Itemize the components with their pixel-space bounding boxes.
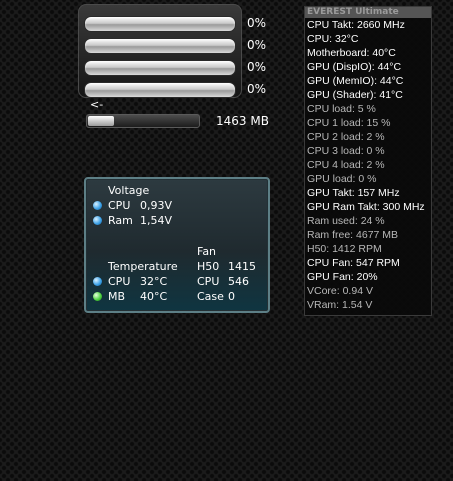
everest-line: VCore: 0.94 V [307, 285, 373, 297]
fan-value: 546 [228, 275, 249, 288]
memory-usage-row: 1463 MB [86, 112, 276, 130]
blue-status-icon [93, 277, 102, 286]
everest-line: GPU load: 0 % [307, 173, 377, 185]
core-usage-bar [84, 16, 236, 32]
core-usage-row: 0% [84, 37, 270, 55]
everest-line: GPU Takt: 157 MHz [307, 187, 400, 199]
temperature-label: CPU [108, 275, 131, 288]
everest-line: GPU Ram Takt: 300 MHz [307, 201, 425, 213]
voltage-label: Ram [108, 214, 133, 227]
core-usage-bar [84, 60, 236, 76]
everest-lines: CPU Takt: 2660 MHz CPU: 32°C Motherboard: … [305, 18, 431, 312]
core-usage-percent: 0% [246, 82, 266, 96]
fan-heading: Fan [197, 245, 217, 258]
everest-line: GPU (DispIO): 44°C [307, 61, 402, 73]
core-usage-bar [84, 38, 236, 54]
core-usage-row: 0% [84, 15, 270, 33]
everest-line: CPU: 32°C [307, 33, 359, 45]
blue-status-icon [93, 216, 102, 225]
voltage-value: 0,93V [140, 199, 173, 212]
fan-value: 0 [228, 290, 235, 303]
everest-panel[interactable]: EVEREST Ultimate CPU Takt: 2660 MHz CPU: … [304, 6, 432, 316]
everest-line: CPU load: 5 % [307, 103, 376, 115]
voltage-value: 1,54V [140, 214, 173, 227]
everest-line: CPU 1 load: 15 % [307, 117, 391, 129]
voltage-heading: Voltage [108, 184, 150, 197]
everest-line: CPU Takt: 2660 MHz [307, 19, 405, 31]
everest-line: CPU Fan: 547 RPM [307, 257, 400, 269]
everest-line: GPU Fan: 20% [307, 271, 378, 283]
blue-status-icon [93, 201, 102, 210]
core-usage-percent: 0% [246, 60, 266, 74]
temperature-value: 40°C [140, 290, 168, 303]
everest-line: H50: 1412 RPM [307, 243, 382, 255]
everest-line: VRam: 1.54 V [307, 299, 373, 311]
cpu-meter-gadget[interactable]: 0% 0% 0% 0% <- 1463 MB [78, 4, 274, 130]
green-status-icon [93, 292, 102, 301]
temperature-label: MB [108, 290, 126, 303]
memory-usage-fill [88, 116, 114, 126]
core-usage-percent: 0% [246, 16, 266, 30]
everest-title: EVEREST Ultimate [305, 7, 431, 18]
core-usage-bar [84, 82, 236, 98]
voltage-label: CPU [108, 199, 131, 212]
everest-line: Ram free: 4677 MB [307, 229, 399, 241]
fan-label: CPU [197, 275, 220, 288]
temperature-value: 32°C [140, 275, 168, 288]
everest-line: GPU (MemIO): 44°C [307, 75, 404, 87]
collapse-arrow-button[interactable]: <- [90, 98, 103, 111]
core-usage-row: 0% [84, 81, 270, 99]
core-usage-row: 0% [84, 59, 270, 77]
fan-value: 1415 [228, 260, 256, 273]
everest-line: GPU (Shader): 41°C [307, 89, 403, 101]
everest-line: Ram used: 24 % [307, 215, 385, 227]
everest-line: CPU 3 load: 0 % [307, 145, 385, 157]
sensor-gadget[interactable]: Voltage CPU 0,93V Ram 1,54V Fan Temperat… [84, 177, 270, 313]
fan-label: Case [197, 290, 224, 303]
fan-label: H50 [197, 260, 220, 273]
everest-line: Motherboard: 40°C [307, 47, 396, 59]
core-usage-percent: 0% [246, 38, 266, 52]
everest-line: CPU 2 load: 2 % [307, 131, 385, 143]
memory-usage-bar [86, 114, 200, 128]
temperature-heading: Temperature [108, 260, 178, 273]
everest-line: CPU 4 load: 2 % [307, 159, 385, 171]
memory-usage-label: 1463 MB [216, 114, 269, 128]
